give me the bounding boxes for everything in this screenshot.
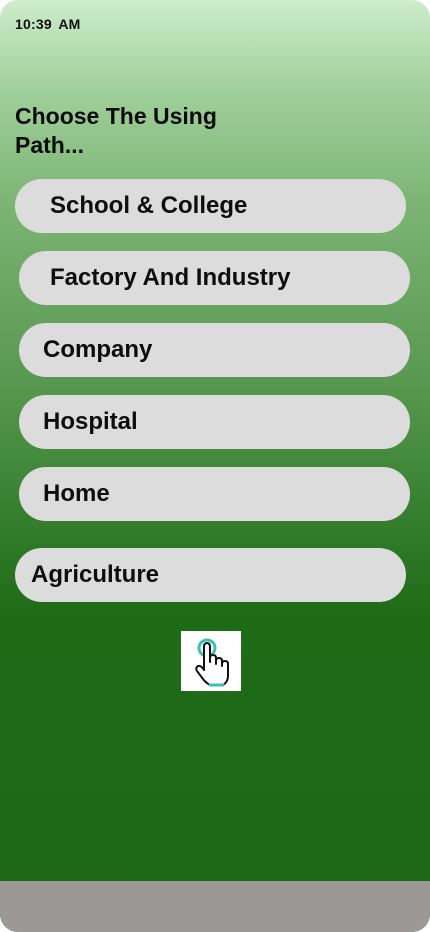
option-label: Agriculture (31, 561, 160, 588)
option-hospital[interactable]: Hospital (19, 395, 410, 449)
option-label: Hospital (43, 408, 138, 435)
option-label: School & College (50, 192, 248, 219)
option-company[interactable]: Company (19, 323, 410, 377)
option-label: Home (43, 480, 110, 507)
tap-hand-button[interactable] (181, 631, 241, 691)
option-agriculture[interactable]: Agriculture (15, 548, 406, 602)
bottom-bar (0, 881, 430, 932)
option-school-college[interactable]: School & College (15, 179, 406, 233)
app-screen: 10:39 AM Choose The Using Path... School… (0, 0, 430, 932)
page-title: Choose The Using Path... (15, 103, 217, 158)
status-time: 10:39 AM (15, 16, 81, 32)
tap-hand-icon (195, 638, 229, 687)
option-home[interactable]: Home (19, 467, 410, 521)
option-label: Company (43, 336, 153, 363)
option-factory-industry[interactable]: Factory And Industry (19, 251, 410, 305)
option-label: Factory And Industry (50, 264, 291, 291)
